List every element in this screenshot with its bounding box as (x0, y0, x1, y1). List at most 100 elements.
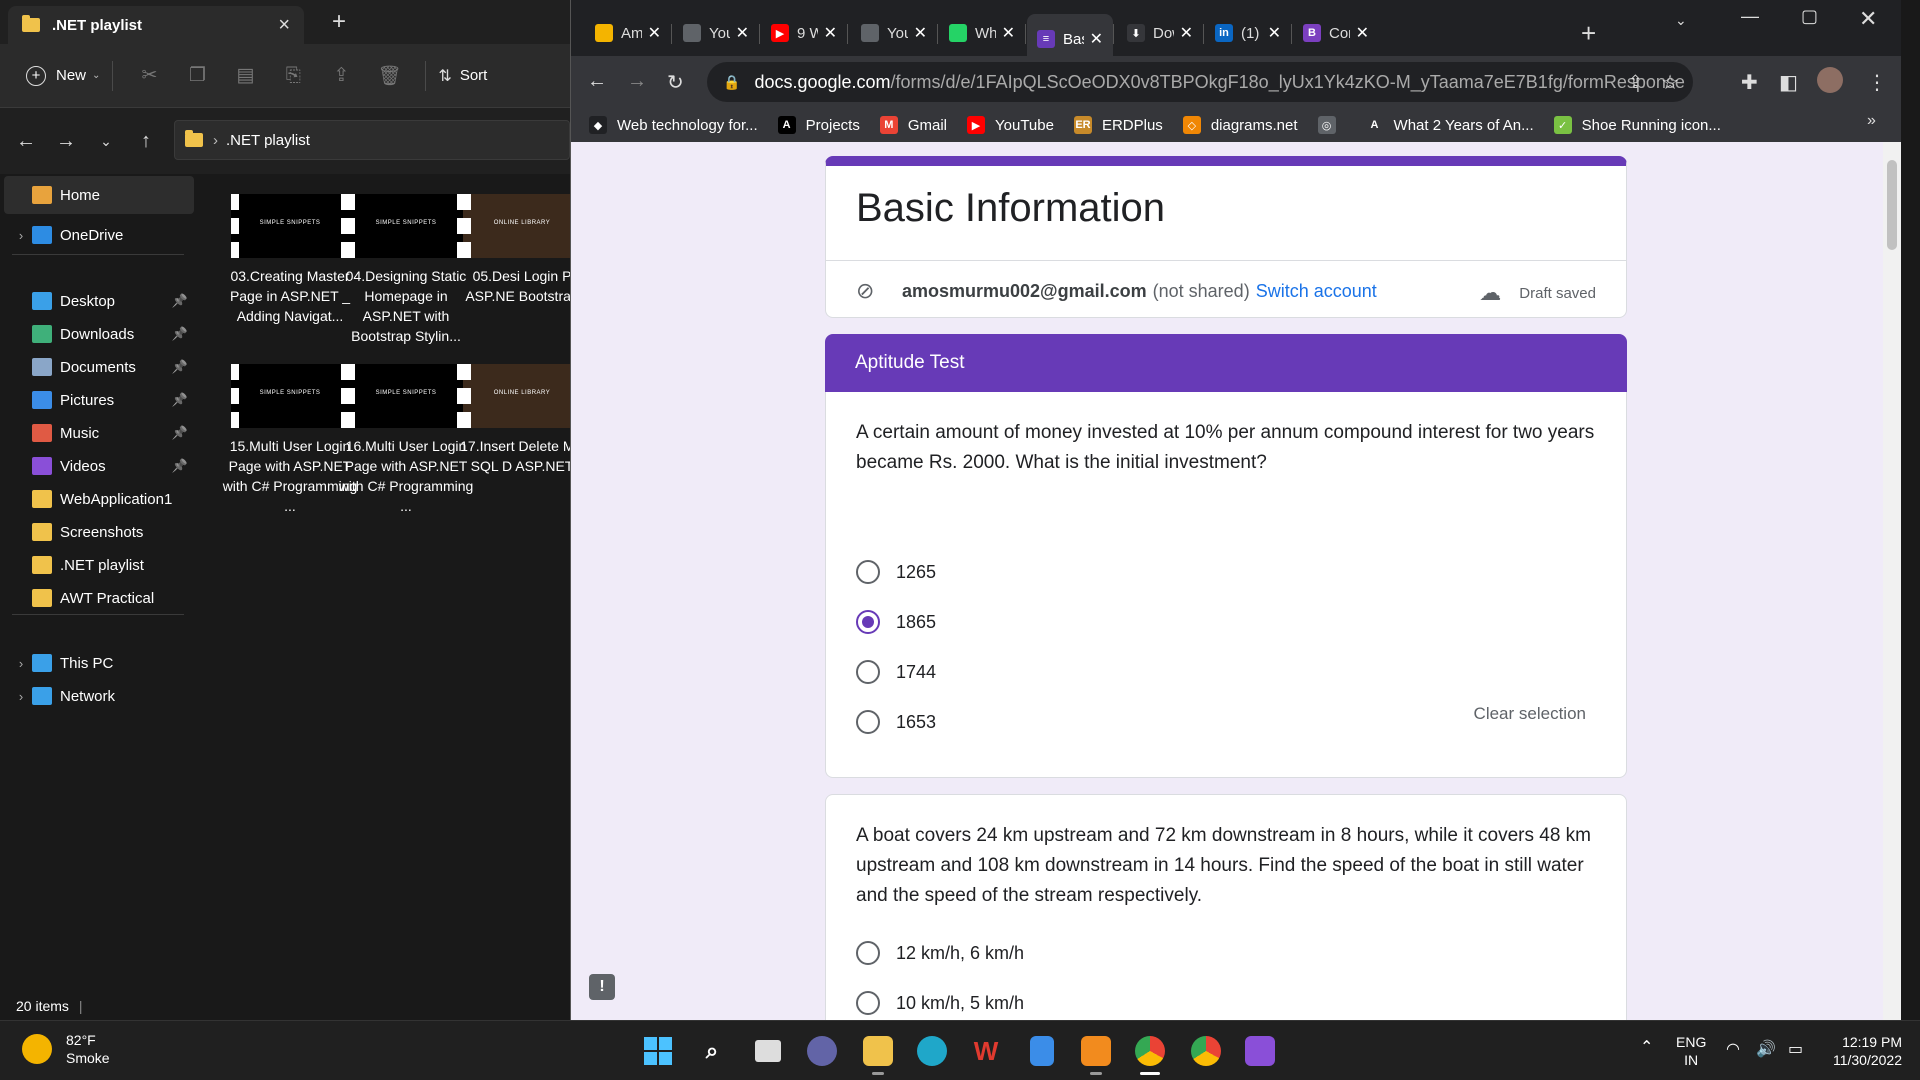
radio-button[interactable] (856, 560, 880, 584)
back-arrow-icon[interactable]: ← (587, 70, 607, 93)
close-tab-icon[interactable]: ✕ (1002, 23, 1015, 43)
bookmark-item[interactable]: M Gmail (879, 116, 947, 134)
rename-icon[interactable]: ⎘ (269, 65, 317, 87)
tab-search-icon[interactable]: ⌄ (1675, 12, 1687, 29)
bookmark-item[interactable]: ◎ (1317, 116, 1346, 134)
radio-option[interactable]: 1265 (856, 560, 936, 584)
radio-option[interactable]: 10 km/h, 5 km/h (856, 991, 1024, 1015)
close-tab-icon[interactable]: × (278, 14, 290, 37)
weather-widget[interactable]: 82°F Smoke (22, 1031, 110, 1067)
edge-icon[interactable] (912, 1031, 952, 1071)
address-bar[interactable]: › .NET playlist (174, 120, 570, 160)
bookmark-item[interactable]: ✓ Shoe Running icon... (1553, 116, 1721, 134)
recent-dropdown-icon[interactable]: ⌄ (86, 133, 126, 150)
new-tab-button[interactable]: + (1581, 18, 1596, 49)
wps-office-icon[interactable]: W (966, 1031, 1006, 1071)
menu-kebab-icon[interactable]: ⋮ (1867, 70, 1887, 95)
bookmark-item[interactable]: ER ERDPlus (1073, 116, 1163, 134)
reload-icon[interactable]: ↻ (667, 70, 684, 95)
bookmark-item[interactable]: ◆ Web technology for... (589, 116, 758, 134)
close-tab-icon[interactable]: ✕ (736, 23, 749, 43)
sidebar-item-network[interactable]: › Network (4, 677, 194, 715)
share-icon[interactable]: ⇪ (1628, 72, 1643, 93)
close-tab-icon[interactable]: ✕ (1356, 23, 1369, 43)
forward-arrow-icon[interactable]: → (46, 130, 86, 153)
bookmark-star-icon[interactable]: ☆ (1661, 70, 1679, 95)
browser-tab[interactable]: ▶ 9 W ✕ (761, 14, 847, 52)
scrollbar-thumb[interactable] (1887, 160, 1897, 250)
delete-icon[interactable]: 🗑 (365, 64, 413, 88)
side-panel-icon[interactable]: ◧ (1779, 70, 1798, 95)
share-icon[interactable]: ⇪ (317, 64, 365, 87)
browser-tab[interactable]: Wha ✕ (939, 14, 1025, 52)
chrome-icon[interactable] (1186, 1031, 1226, 1071)
clear-selection-button[interactable]: Clear selection (1474, 704, 1586, 724)
battery-icon[interactable]: ▭ (1788, 1041, 1803, 1059)
sort-button[interactable]: Sort (460, 67, 488, 84)
expand-chevron-icon[interactable]: › (10, 689, 32, 704)
new-tab-button[interactable]: + (332, 8, 346, 36)
radio-button[interactable] (856, 991, 880, 1015)
close-tab-icon[interactable]: ✕ (648, 23, 661, 43)
task-view-icon[interactable] (748, 1031, 788, 1071)
radio-option[interactable]: 12 km/h, 6 km/h (856, 941, 1024, 965)
radio-button[interactable] (856, 660, 880, 684)
paste-icon[interactable]: ▤ (221, 64, 269, 87)
sidebar-item-home[interactable]: Home (4, 176, 194, 214)
profile-avatar[interactable] (1817, 67, 1843, 93)
maximize-icon[interactable]: ▢ (1801, 6, 1818, 27)
bookmark-item[interactable]: ▶ YouTube (967, 116, 1054, 134)
extensions-icon[interactable]: ✚ (1741, 70, 1758, 95)
minimize-icon[interactable]: — (1741, 6, 1759, 27)
close-tab-icon[interactable]: ✕ (1268, 23, 1281, 43)
file-item[interactable]: ONLINE LIBRARY 17.Insert Delete MS SQL D … (452, 364, 570, 476)
cut-icon[interactable]: ✂ (125, 64, 173, 87)
radio-option[interactable]: 1744 (856, 660, 936, 684)
volume-icon[interactable]: 🔊 (1756, 1041, 1776, 1059)
explorer-tab[interactable]: .NET playlist × (8, 6, 304, 44)
file-explorer-icon[interactable] (858, 1031, 898, 1075)
sidebar-item-awt-practical[interactable]: AWT Practical (4, 579, 194, 617)
up-arrow-icon[interactable]: ↑ (126, 130, 166, 153)
radio-button[interactable] (856, 610, 880, 634)
radio-button[interactable] (856, 710, 880, 734)
teams-chat-icon[interactable] (802, 1031, 842, 1071)
page-scrollbar[interactable] (1883, 142, 1901, 1020)
browser-tab[interactable]: B Con ✕ (1293, 14, 1379, 52)
browser-tab[interactable]: ⬇ Dow ✕ (1117, 14, 1203, 52)
sublime-text-icon[interactable] (1076, 1031, 1116, 1075)
forward-arrow-icon[interactable]: → (627, 70, 647, 93)
expand-chevron-icon[interactable]: › (10, 656, 32, 671)
notepad-icon[interactable] (1022, 1031, 1062, 1071)
clock[interactable]: 12:19 PM 11/30/2022 (1822, 1033, 1902, 1069)
radio-option[interactable]: 1865 (856, 610, 936, 634)
new-button[interactable]: + New ⌄ (26, 65, 100, 86)
chrome-profile-icon[interactable] (1130, 1031, 1170, 1075)
expand-chevron-icon[interactable]: › (10, 228, 32, 243)
file-item[interactable]: ONLINE LIBRARY 05.Desi Login P ASP.NE Boo… (452, 194, 570, 306)
url-bar[interactable]: 🔒 docs.google.com /forms/d/e/1FAIpQLScOe… (707, 62, 1693, 102)
browser-tab[interactable]: Yout ✕ (673, 14, 759, 52)
bookmark-item[interactable]: ◇ diagrams.net (1182, 116, 1298, 134)
report-feedback-icon[interactable]: ! (589, 974, 615, 1000)
switch-account-link[interactable]: Switch account (1256, 281, 1377, 302)
radio-option[interactable]: 1653 (856, 710, 936, 734)
start-button[interactable] (638, 1031, 678, 1071)
show-hidden-icons[interactable]: ⌃ (1640, 1039, 1653, 1057)
bookmark-item[interactable]: A Projects (777, 116, 860, 134)
close-tab-icon[interactable]: ✕ (914, 23, 927, 43)
browser-tab[interactable]: Yout ✕ (851, 14, 937, 52)
back-arrow-icon[interactable]: ← (6, 130, 46, 153)
visual-studio-icon[interactable] (1240, 1031, 1280, 1071)
radio-button[interactable] (856, 941, 880, 965)
wifi-icon[interactable]: ◠ (1726, 1041, 1740, 1059)
close-tab-icon[interactable]: ✕ (1090, 29, 1103, 49)
browser-tab[interactable]: Amo ✕ (585, 14, 671, 52)
sidebar-item-onedrive[interactable]: › OneDrive (4, 216, 194, 254)
search-icon[interactable]: ⌕ (692, 1031, 732, 1071)
close-window-icon[interactable]: ✕ (1859, 6, 1877, 32)
language-indicator[interactable]: ENG IN (1676, 1033, 1706, 1069)
close-tab-icon[interactable]: ✕ (1180, 23, 1193, 43)
browser-tab[interactable]: in (1) A ✕ (1205, 14, 1291, 52)
close-tab-icon[interactable]: ✕ (824, 23, 837, 43)
